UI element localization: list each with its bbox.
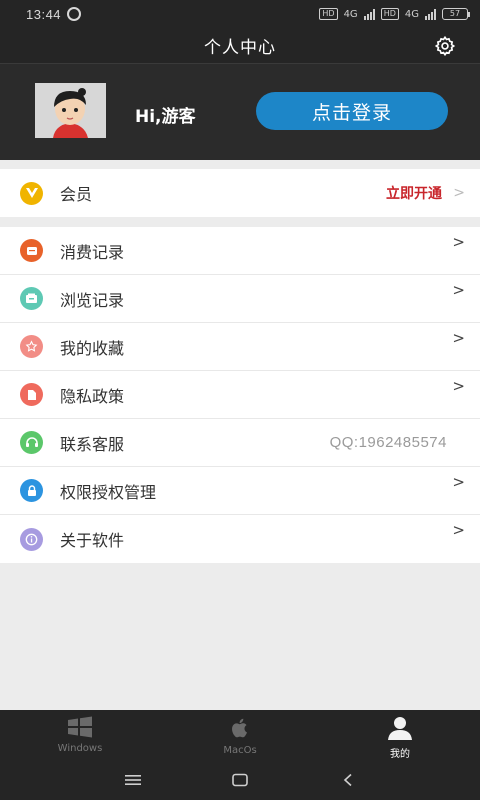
menu-item-label: 浏览记录 [60, 290, 125, 310]
status-indicators: HD 4G HD 4G 57 [319, 8, 470, 20]
history-icon [20, 287, 43, 310]
menu-item-contact-support[interactable]: 联系客服 QQ:1962485574 [0, 419, 480, 467]
document-icon [20, 383, 43, 406]
signal-icon [363, 8, 375, 20]
menu-item-label: 隐私政策 [60, 386, 125, 406]
tab-label: MacOs [223, 745, 257, 756]
vip-icon [20, 181, 43, 205]
tab-windows[interactable]: Windows [0, 710, 160, 760]
star-icon [20, 335, 43, 358]
menu-item-permissions[interactable]: 权限授权管理 > [0, 467, 480, 515]
menu-item-purchase-records[interactable]: 消费记录 > [0, 227, 480, 275]
menu-item-label: 消费记录 [60, 242, 125, 262]
menu-item-label: 关于软件 [60, 531, 125, 550]
member-activate-link[interactable]: 立即开通 [386, 183, 442, 203]
menu-item-favorites[interactable]: 我的收藏 > [0, 323, 480, 371]
login-button[interactable]: 点击登录 [256, 92, 448, 130]
network-type: 4G [343, 8, 358, 20]
chevron-right-icon: > [453, 185, 465, 201]
status-bar: 13:44 HD 4G HD 4G 57 [0, 0, 480, 28]
home-icon[interactable] [230, 770, 250, 790]
tab-macos[interactable]: MacOs [160, 710, 320, 760]
profile-header: Hi,游客 点击登录 [0, 64, 480, 160]
receipt-icon [20, 239, 43, 262]
member-row[interactable]: 会员 立即开通 > [0, 169, 480, 217]
user-icon [386, 716, 414, 744]
hd-badge: HD [380, 8, 399, 20]
tab-mine[interactable]: 我的 [320, 710, 480, 760]
menu-item-label: 权限授权管理 [60, 482, 157, 502]
chevron-right-icon: > [452, 329, 465, 347]
chevron-right-icon: > [452, 521, 465, 539]
tab-label: Windows [57, 743, 103, 754]
headset-icon [20, 431, 43, 454]
greeting-text: Hi,游客 [135, 107, 196, 127]
bottom-tab-bar: Windows MacOs 我的 [0, 710, 480, 760]
network-type: 4G [404, 8, 419, 20]
support-qq-value: QQ:1962485574 [329, 434, 447, 451]
menu-item-privacy-policy[interactable]: 隐私政策 > [0, 371, 480, 419]
chevron-right-icon: > [452, 233, 465, 251]
alarm-icon [67, 7, 82, 21]
tab-label: 我的 [390, 749, 410, 760]
menu-item-browse-history[interactable]: 浏览记录 > [0, 275, 480, 323]
windows-icon [66, 716, 94, 742]
menu-item-label: 我的收藏 [60, 338, 125, 358]
lock-icon [20, 479, 43, 502]
menu-item-about[interactable]: 关于软件 > [0, 515, 480, 563]
title-bar: 个人中心 [0, 28, 480, 64]
back-icon[interactable] [338, 770, 358, 790]
hd-badge: HD [319, 8, 338, 20]
avatar[interactable] [35, 83, 106, 138]
page-title: 个人中心 [204, 38, 276, 58]
chevron-right-icon: > [452, 473, 465, 491]
menu-icon[interactable] [123, 770, 143, 790]
apple-icon [228, 716, 252, 744]
info-icon [20, 527, 43, 551]
chevron-right-icon: > [452, 377, 465, 395]
gear-icon[interactable] [432, 33, 458, 59]
battery-icon: 57 [442, 8, 470, 20]
chevron-right-icon: > [452, 281, 465, 299]
signal-icon [425, 8, 436, 20]
status-time: 13:44 [26, 6, 62, 22]
menu-list: 消费记录 > 浏览记录 > 我的收藏 > 隐私政策 > 联系客服 QQ:1962… [0, 227, 480, 563]
member-label: 会员 [60, 185, 93, 204]
system-nav-bar [0, 760, 480, 800]
menu-item-label: 联系客服 [60, 434, 125, 454]
